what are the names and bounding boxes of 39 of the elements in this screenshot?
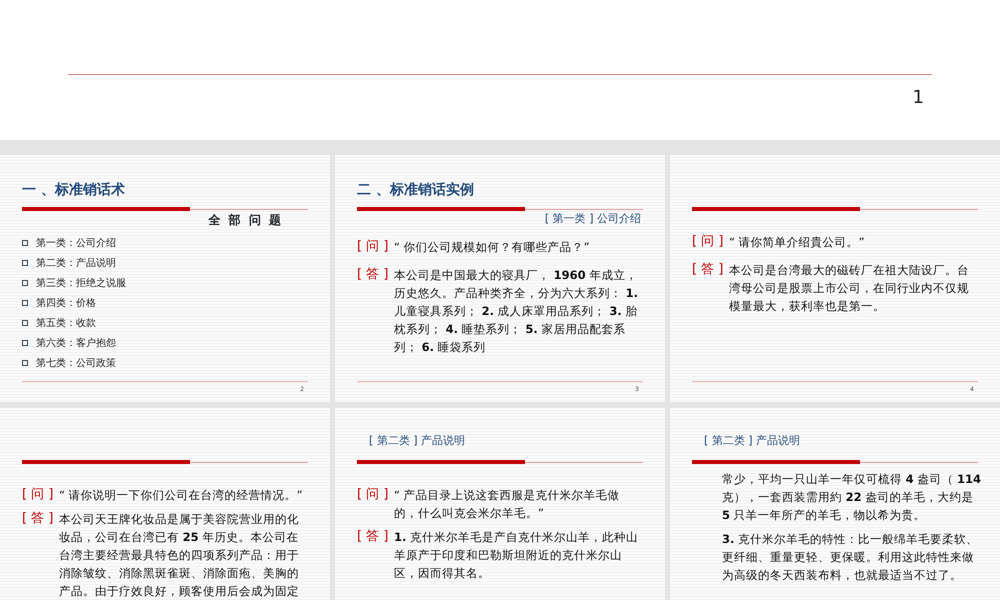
paragraph: 3. 克什米尔羊毛的特性：比一般绵羊毛要柔软、更纤细、重量更轻、更保暖。利用这此特性来做为高级的冬天西装布料，也就最适当不过了。 <box>721 531 980 584</box>
qa-text: 本公司是中国最大的寝具厂， 1960 年成立，历史悠久。产品种类齐全，分为六大系列： 1. 儿童寝具系列； 2. 成人床罩用品系列； 3. 胎枕系列； 4. 睡垫系列； 5. 家居用品配套系列； 6. 睡袋系列 <box>394 266 640 356</box>
slide-title: 二 、标准销话实例 <box>357 180 474 200</box>
bullet-icon <box>22 340 28 346</box>
bullet-icon <box>22 300 28 306</box>
qa-label: [ 答 ] <box>357 266 390 284</box>
list-item: 第五类：收款 <box>36 316 96 330</box>
bullet-icon <box>22 240 28 246</box>
qa-label: [ 问 ] <box>22 486 54 504</box>
list-item: 第六类：客户抱怨 <box>36 336 116 350</box>
qa-text: 本公司是台湾最大的磁砖厂在祖大陆设厂。台湾母公司是股票上市公司，在同行业内不仅规模量最大，获利率也是第一。 <box>729 262 970 315</box>
qa-text: 1. 克什米尔羊毛是产自克什米尔山羊，此种山羊原产于印度和巴勒斯坦附近的克什米尔山区，因而得其名。 <box>394 529 640 582</box>
list-item: 第二类：产品说明 <box>36 256 116 270</box>
category-label: [ 第一类 ] 公司介绍 <box>544 211 642 227</box>
bullet-icon <box>22 320 28 326</box>
qa-text: “ 请你说明一下你们公司在台湾的经营情况。” <box>59 487 304 504</box>
list-item: 第三类：拒绝之说服 <box>36 276 126 290</box>
list-item: 第一类：公司介绍 <box>36 236 116 250</box>
qa-text: “ 请你简单介绍貴公司。” <box>729 234 866 251</box>
list-item: 第七类：公司政策 <box>36 356 116 370</box>
section-heading: 全 部 问 题 <box>207 212 284 229</box>
bullet-icon <box>22 260 28 266</box>
bullet-icon <box>22 360 28 366</box>
category-label: [ 第二类 ] 产品说明 <box>703 432 800 448</box>
list-item: 第四类：价格 <box>36 296 96 310</box>
qa-label: [ 答 ] <box>357 528 390 546</box>
qa-text: “ 产品目录上说这套西服是克什米尔羊毛做的，什么叫克会米尔羊毛。” <box>394 487 621 522</box>
qa-label: [ 问 ] <box>692 233 724 251</box>
qa-label: [ 问 ] <box>357 486 390 504</box>
page-number: 1 <box>912 89 924 107</box>
paragraph: 常少，平均一只山羊一年仅可梳得 4 盎司（ 114 克），一套西装需用約 22 盎司的羊毛，大约是 5 只羊一年所产的羊毛，物以希为贵。 <box>721 471 982 524</box>
bullet-icon <box>22 280 28 286</box>
qa-label: [ 答 ] <box>22 510 54 528</box>
qa-label: [ 答 ] <box>692 261 724 279</box>
slide-title: 一 、标准销话术 <box>22 181 125 200</box>
qa-text: “ 你们公司规模如何？有哪些产品？” <box>394 238 591 256</box>
qa-text: 本公司天王牌化妆品是属于美容院营业用的化妆品，公司在台湾已有 25 年历史。本公司在台湾主要经营最具特色的四项系列产品：用于消除皱纹、消除黑斑雀斑、消除面疱、美胸的产品。由于疗效良好，顾客使用后会成为固定 <box>59 511 300 600</box>
category-label: [ 第二类 ] 产品说明 <box>368 432 466 448</box>
qa-label: [ 问 ] <box>357 238 390 256</box>
